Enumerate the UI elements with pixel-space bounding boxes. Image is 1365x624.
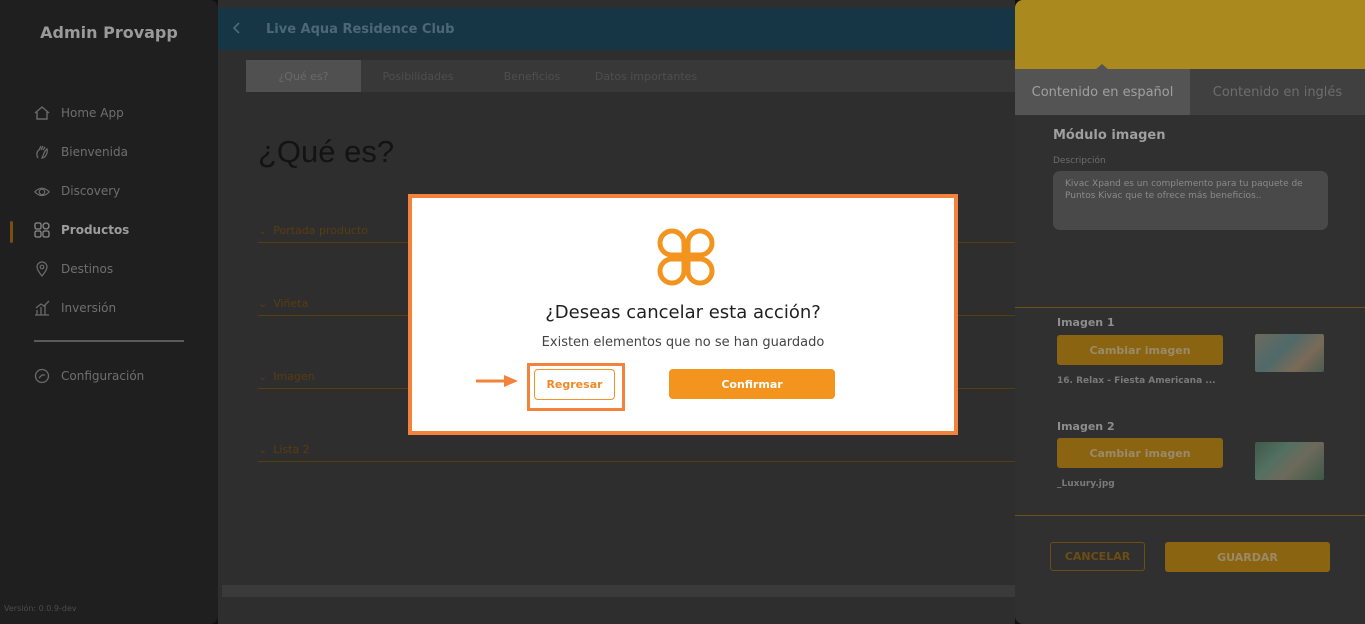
- sidebar-item-productos[interactable]: Productos: [33, 221, 129, 239]
- bar-chart-icon: [33, 299, 51, 317]
- cancel-button[interactable]: CANCELAR: [1050, 542, 1145, 571]
- chevron-down-icon: ⌄: [258, 443, 268, 456]
- image-2-thumbnail: [1255, 442, 1324, 480]
- horizontal-scrollbar[interactable]: [222, 585, 1015, 597]
- clover-logo-icon: [657, 228, 715, 286]
- sidebar-item-home-app[interactable]: Home App: [33, 104, 124, 122]
- arrow-right-icon: [476, 375, 518, 387]
- sidebar-item-discovery[interactable]: Discovery: [33, 182, 120, 200]
- brand-title: Admin Provapp: [40, 23, 178, 42]
- image-2-filename: _Luxury.jpg: [1057, 479, 1115, 489]
- confirm-button[interactable]: Confirmar: [669, 369, 835, 399]
- sidebar-item-inversion[interactable]: Inversión: [33, 299, 116, 317]
- save-button[interactable]: GUARDAR: [1165, 542, 1330, 572]
- panel-header: [1015, 0, 1365, 69]
- chevron-down-icon: ⌄: [258, 224, 268, 237]
- grid-icon: [33, 221, 51, 239]
- eye-icon: [33, 182, 51, 200]
- section-label: Lista 2: [273, 443, 310, 456]
- chevron-left-icon[interactable]: [232, 20, 252, 39]
- sidebar-item-configuracion[interactable]: Configuración: [33, 367, 144, 385]
- hand-wave-icon: [33, 143, 51, 161]
- image-1-label: Imagen 1: [1057, 316, 1115, 329]
- tab-posibilidades[interactable]: Posibilidades: [361, 60, 475, 92]
- page-header-title: Live Aqua Residence Club: [266, 21, 455, 37]
- dialog-subtitle: Existen elementos que no se han guardado: [541, 335, 825, 350]
- sidebar-item-label: Home App: [61, 106, 124, 120]
- active-indicator: [10, 221, 13, 243]
- edit-panel: Contenido en español Contenido en inglés…: [1015, 0, 1365, 624]
- image-2-label: Imagen 2: [1057, 420, 1115, 433]
- sidebar: Admin Provapp Home App Bienvenida Discov…: [0, 0, 218, 624]
- image-1-thumbnail: [1255, 334, 1324, 372]
- description-field[interactable]: Kivac Xpand es un complemento para tu pa…: [1053, 171, 1328, 230]
- tab-contenido-espanol[interactable]: Contenido en español: [1015, 69, 1190, 115]
- tab-contenido-ingles[interactable]: Contenido en inglés: [1190, 69, 1365, 115]
- sidebar-item-label: Inversión: [61, 301, 117, 315]
- panel-divider: [1015, 307, 1365, 308]
- chevron-down-icon: ⌄: [258, 370, 268, 383]
- chevron-down-icon: ⌄: [258, 297, 268, 310]
- sidebar-item-label: Destinos: [61, 262, 114, 276]
- tab-datos-importantes[interactable]: Datos importantes: [589, 60, 703, 92]
- page-title: ¿Qué es?: [258, 134, 395, 169]
- section-label: Imagen: [273, 370, 315, 383]
- section-label: Portada producto: [273, 224, 369, 237]
- section-lista-2[interactable]: ⌄ Lista 2: [258, 438, 1015, 462]
- panel-divider: [1015, 515, 1365, 516]
- description-label: Descripción: [1053, 156, 1106, 166]
- confirm-dialog: ¿Deseas cancelar esta acción? Existen el…: [408, 194, 958, 435]
- sidebar-item-bienvenida[interactable]: Bienvenida: [33, 143, 128, 161]
- language-tabs: Contenido en español Contenido en inglés: [1015, 69, 1365, 115]
- sidebar-item-label: Productos: [61, 223, 130, 237]
- version-label: Versión: 0.0.9-dev: [4, 604, 77, 613]
- location-pin-icon: [33, 260, 51, 278]
- settings-icon: [33, 367, 51, 385]
- sidebar-item-destinos[interactable]: Destinos: [33, 260, 113, 278]
- tab-beneficios[interactable]: Beneficios: [475, 60, 589, 92]
- sidebar-item-label: Discovery: [61, 184, 121, 198]
- sidebar-divider: [34, 340, 184, 342]
- home-icon: [33, 104, 51, 122]
- section-label: Viñeta: [273, 297, 309, 310]
- content-tabs: ¿Qué es? Posibilidades Beneficios Datos …: [246, 60, 1015, 92]
- module-title: Módulo imagen: [1053, 128, 1166, 143]
- sidebar-item-label: Bienvenida: [61, 145, 128, 159]
- change-image-2-button[interactable]: Cambiar imagen: [1057, 438, 1223, 468]
- tab-que-es[interactable]: ¿Qué es?: [246, 60, 361, 92]
- sidebar-item-label: Configuración: [61, 369, 145, 383]
- image-1-filename: 16. Relax - Fiesta Americana ...: [1057, 376, 1216, 386]
- page-header: Live Aqua Residence Club: [218, 8, 1015, 50]
- dialog-title: ¿Deseas cancelar esta acción?: [545, 302, 821, 323]
- change-image-1-button[interactable]: Cambiar imagen: [1057, 335, 1223, 365]
- back-button[interactable]: Regresar: [534, 369, 615, 400]
